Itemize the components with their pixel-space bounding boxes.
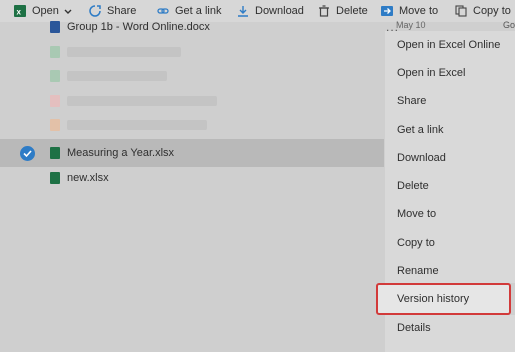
- file-name: Measuring a Year.xlsx: [67, 147, 175, 159]
- file-name: Group 1b - Word Online.docx: [67, 21, 210, 33]
- file-icon: [50, 95, 60, 107]
- copy-to-button[interactable]: Copy to: [455, 3, 511, 19]
- word-file-icon: [50, 21, 60, 33]
- list-item[interactable]: [0, 41, 384, 63]
- excel-file-icon: [50, 172, 60, 184]
- blurred-file-name: [67, 96, 217, 106]
- modified-date: May 10: [396, 20, 426, 30]
- list-item-selected[interactable]: Measuring a Year.xlsx: [0, 139, 384, 167]
- menu-item-rename[interactable]: Rename: [385, 259, 515, 283]
- menu-item-get-link[interactable]: Get a link: [385, 118, 515, 142]
- file-icon: [50, 70, 60, 82]
- copy-to-label: Copy to: [473, 5, 511, 17]
- menu-item-open-in-excel[interactable]: Open in Excel: [385, 61, 515, 85]
- copy-icon: [455, 5, 467, 17]
- list-item[interactable]: [0, 114, 384, 136]
- blurred-file-name: [67, 71, 167, 81]
- menu-item-move-to[interactable]: Move to: [385, 202, 515, 226]
- move-to-label: Move to: [399, 5, 439, 17]
- menu-item-delete[interactable]: Delete: [385, 174, 515, 198]
- menu-item-share[interactable]: Share: [385, 89, 515, 113]
- menu-item-version-history[interactable]: Version history: [385, 287, 515, 311]
- checkmark-icon[interactable]: [20, 145, 35, 161]
- truncated-text: Go: [502, 20, 515, 30]
- menu-item-copy-to[interactable]: Copy to: [385, 231, 515, 255]
- file-name: new.xlsx: [67, 172, 109, 184]
- menu-item-download[interactable]: Download: [385, 146, 515, 170]
- list-item[interactable]: new.xlsx: [0, 167, 384, 189]
- blurred-file-name: [67, 47, 181, 57]
- list-item[interactable]: [0, 90, 384, 112]
- list-item[interactable]: Group 1b - Word Online.docx: [0, 16, 384, 38]
- list-item[interactable]: [0, 65, 384, 87]
- file-icon: [50, 46, 60, 58]
- blurred-file-name: [67, 120, 207, 130]
- excel-file-icon: [50, 147, 60, 159]
- file-icon: [50, 119, 60, 131]
- move-to-button[interactable]: Move to: [381, 3, 438, 19]
- chevron-down-icon: [64, 7, 72, 15]
- menu-item-open-in-excel-online[interactable]: Open in Excel Online: [385, 33, 515, 57]
- menu-item-details[interactable]: Details: [385, 316, 515, 340]
